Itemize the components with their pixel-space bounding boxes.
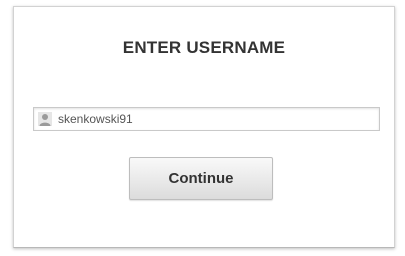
continue-button[interactable]: Continue — [129, 157, 273, 200]
username-field[interactable] — [33, 107, 380, 131]
user-icon — [38, 112, 52, 126]
page-title: ENTER USERNAME — [122, 38, 286, 57]
username-input[interactable] — [58, 108, 376, 130]
login-card: ENTER USERNAME Continue — [13, 6, 395, 248]
